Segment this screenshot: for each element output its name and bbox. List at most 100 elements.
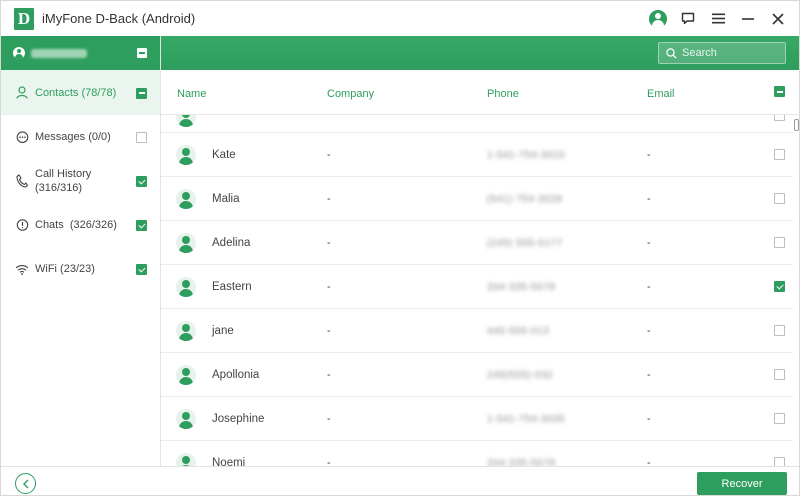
sidebar-item-wifi[interactable]: WiFi (23/23) [1, 247, 160, 291]
table-row[interactable]: Malia - (541) 754-3028 - [161, 177, 793, 221]
contact-name: Josephine [212, 413, 265, 425]
device-collapse-button[interactable] [137, 48, 147, 58]
contact-email: - [647, 149, 651, 161]
row-checkbox[interactable] [774, 457, 785, 466]
contact-avatar-icon [176, 277, 196, 297]
contacts-select-all-checkbox[interactable] [136, 87, 147, 99]
contact-avatar-icon [176, 145, 196, 165]
person-icon [15, 86, 29, 100]
wifi-icon [15, 262, 29, 276]
column-header-name[interactable]: Name [177, 88, 206, 100]
search-icon [666, 47, 677, 59]
sidebar-item-label: Chats (326/326) [35, 219, 117, 231]
feedback-button[interactable] [673, 4, 703, 34]
menu-icon [711, 13, 725, 24]
row-checkbox[interactable] [774, 281, 785, 292]
contact-company: - [327, 281, 331, 293]
contact-company: - [327, 369, 331, 381]
table-row[interactable]: Apollonia - 245(555)-032 - [161, 353, 793, 397]
contact-email: - [647, 369, 651, 381]
contact-company: - [327, 237, 331, 249]
sidebar-item-label: Call History (316/316) [35, 168, 92, 194]
close-button[interactable] [763, 4, 793, 34]
title-bar: D iMyFone D-Back (Android) [1, 1, 799, 36]
back-button[interactable] [15, 473, 36, 494]
row-checkbox[interactable] [774, 115, 785, 121]
device-header[interactable]: ████████ [1, 36, 160, 70]
sidebar-item-call-history[interactable]: Call History (316/316) [1, 159, 160, 203]
row-checkbox[interactable] [774, 149, 785, 160]
table-row[interactable]: Eastern - 334-335-5678 - [161, 265, 793, 309]
row-checkbox[interactable] [774, 369, 785, 380]
column-header-phone[interactable]: Phone [487, 88, 519, 100]
footer-bar: Recover [1, 466, 799, 495]
table-row[interactable]: Josephine - 1-541-754-3035 - [161, 397, 793, 441]
contact-avatar-icon [176, 115, 196, 127]
header-banner [161, 36, 799, 70]
sidebar: ████████ Contacts (78/78) Messages (0/0)… [1, 36, 161, 466]
sidebar-item-label: WiFi (23/23) [35, 263, 95, 275]
recover-button[interactable]: Recover [697, 472, 787, 495]
column-header-email[interactable]: Email [647, 88, 675, 100]
table-row[interactable]: Kate - 1-541-754-3010 - [161, 133, 793, 177]
sidebar-item-label: Contacts (78/78) [35, 86, 117, 99]
table-scrollbar[interactable] [794, 115, 799, 466]
search-input[interactable] [682, 47, 778, 59]
chats-checkbox[interactable] [136, 220, 147, 231]
app-title: iMyFone D-Back (Android) [42, 11, 196, 26]
menu-button[interactable] [703, 4, 733, 34]
contact-company: - [327, 457, 331, 466]
table-row[interactable]: Noemi - 334-335-5678 - [161, 441, 793, 466]
contact-company: - [327, 193, 331, 205]
table-row[interactable]: Adelina - (245) 555-0177 - [161, 221, 793, 265]
minimize-button[interactable] [733, 4, 763, 34]
call-history-checkbox[interactable] [136, 176, 147, 187]
search-box[interactable] [658, 42, 786, 64]
contact-name: jane [212, 325, 234, 337]
row-checkbox[interactable] [774, 325, 785, 336]
sidebar-item-messages[interactable]: Messages (0/0) [1, 115, 160, 159]
close-icon [772, 12, 784, 25]
device-user-icon [13, 47, 25, 59]
contact-company: - [327, 325, 331, 337]
app-window: D iMyFone D-Back (Android) Contacts (78/… [0, 0, 800, 496]
row-checkbox[interactable] [774, 413, 785, 424]
phone-icon [15, 174, 29, 188]
user-account-button[interactable] [643, 4, 673, 34]
select-all-checkbox[interactable] [774, 86, 785, 97]
contact-email: - [647, 237, 651, 249]
row-checkbox[interactable] [774, 193, 785, 204]
row-checkbox[interactable] [774, 237, 785, 248]
contact-name: Malia [212, 193, 240, 205]
contact-phone-blurred: (541) 754-3028 [487, 194, 563, 205]
contact-company: - [327, 413, 331, 425]
message-icon [15, 130, 29, 144]
contact-email: - [647, 413, 651, 425]
contact-phone-blurred: 445-555-013 [487, 326, 550, 337]
contact-avatar-icon [176, 453, 196, 466]
contact-phone-blurred: 1-541-754-3035 [487, 414, 566, 425]
sidebar-item-label: Messages (0/0) [35, 131, 111, 143]
chevron-left-icon [22, 479, 28, 488]
contact-phone-blurred: 245(555)-032 [487, 370, 554, 381]
wifi-checkbox[interactable] [136, 264, 147, 275]
column-header-company[interactable]: Company [327, 88, 374, 100]
sidebar-item-contacts[interactable]: Contacts (78/78) [1, 70, 160, 115]
contact-avatar-icon [176, 409, 196, 429]
scrollbar-thumb[interactable] [794, 119, 799, 131]
chat-icon [15, 218, 29, 232]
contact-avatar-icon [176, 321, 196, 341]
contact-phone-blurred: 334-335-5678 [487, 282, 556, 293]
main-panel: Name Company Phone Email Kate - 1-541-75… [161, 36, 799, 466]
contact-phone-blurred: 334-335-5678 [487, 458, 556, 466]
contact-name: Eastern [212, 281, 252, 293]
sidebar-item-chats[interactable]: Chats (326/326) [1, 203, 160, 247]
contact-email: - [647, 193, 651, 205]
table-row[interactable]: jane - 445-555-013 - [161, 309, 793, 353]
table-row[interactable] [161, 115, 793, 133]
app-logo: D [14, 7, 34, 30]
contacts-table: Kate - 1-541-754-3010 - Malia - (541) 75… [161, 115, 793, 466]
messages-checkbox[interactable] [136, 132, 147, 143]
table-header: Name Company Phone Email [161, 70, 799, 115]
feedback-icon [681, 12, 695, 25]
